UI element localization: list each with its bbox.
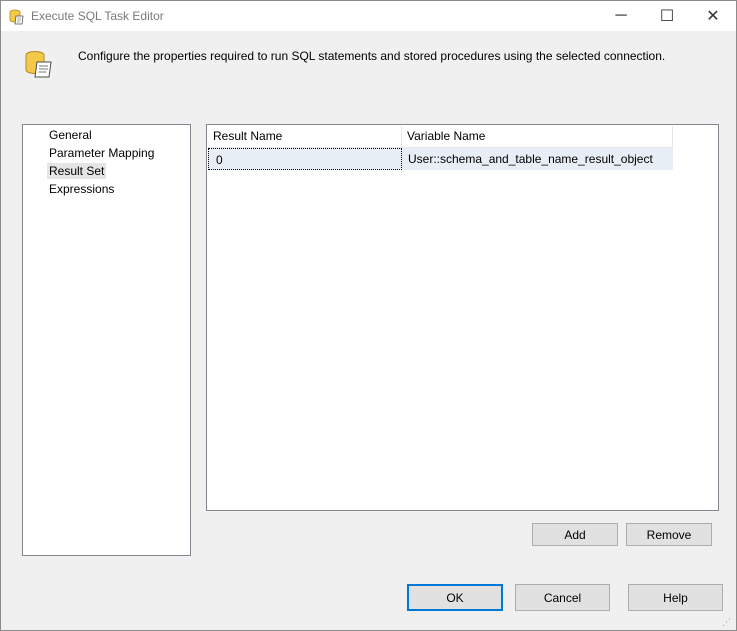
dialog-window: Execute SQL Task Editor ─ ☐ ✕ Configure … bbox=[0, 0, 737, 631]
scroll-database-icon bbox=[23, 48, 55, 80]
window-title: Execute SQL Task Editor bbox=[31, 9, 164, 23]
result-name-cell[interactable]: 0 bbox=[208, 148, 402, 170]
nav-item-expressions[interactable]: Expressions bbox=[47, 181, 116, 197]
maximize-icon: ☐ bbox=[659, 8, 675, 25]
nav-item-parameter-mapping[interactable]: Parameter Mapping bbox=[47, 145, 156, 161]
column-header-variable-name[interactable]: Variable Name bbox=[402, 126, 673, 147]
table-row[interactable]: 0 User::schema_and_table_name_result_obj… bbox=[208, 148, 673, 170]
nav-item-general[interactable]: General bbox=[47, 127, 94, 143]
minimize-button[interactable]: ─ bbox=[598, 1, 644, 31]
ok-button[interactable]: OK bbox=[407, 584, 503, 611]
close-button[interactable]: ✕ bbox=[690, 1, 736, 31]
result-set-grid: Result Name Variable Name 0 User::schema… bbox=[206, 124, 719, 511]
minimize-icon: ─ bbox=[615, 7, 627, 24]
help-button[interactable]: Help bbox=[628, 584, 723, 611]
remove-button[interactable]: Remove bbox=[626, 523, 712, 546]
nav-list: General Parameter Mapping Result Set Exp… bbox=[22, 124, 191, 556]
grid-header: Result Name Variable Name bbox=[208, 126, 673, 148]
dialog-header: Configure the properties required to run… bbox=[1, 31, 736, 101]
maximize-button[interactable]: ☐ bbox=[644, 1, 690, 31]
close-icon: ✕ bbox=[706, 8, 720, 25]
resize-grip-icon[interactable]: ⋰ bbox=[722, 616, 734, 628]
title-bar[interactable]: Execute SQL Task Editor ─ ☐ ✕ bbox=[1, 1, 736, 31]
sql-task-icon bbox=[8, 8, 26, 26]
dialog-description: Configure the properties required to run… bbox=[78, 49, 666, 63]
cancel-button[interactable]: Cancel bbox=[515, 584, 610, 611]
nav-item-result-set[interactable]: Result Set bbox=[47, 163, 107, 179]
add-button[interactable]: Add bbox=[532, 523, 618, 546]
variable-name-cell[interactable]: User::schema_and_table_name_result_objec… bbox=[402, 148, 673, 170]
column-header-result-name[interactable]: Result Name bbox=[208, 126, 402, 147]
